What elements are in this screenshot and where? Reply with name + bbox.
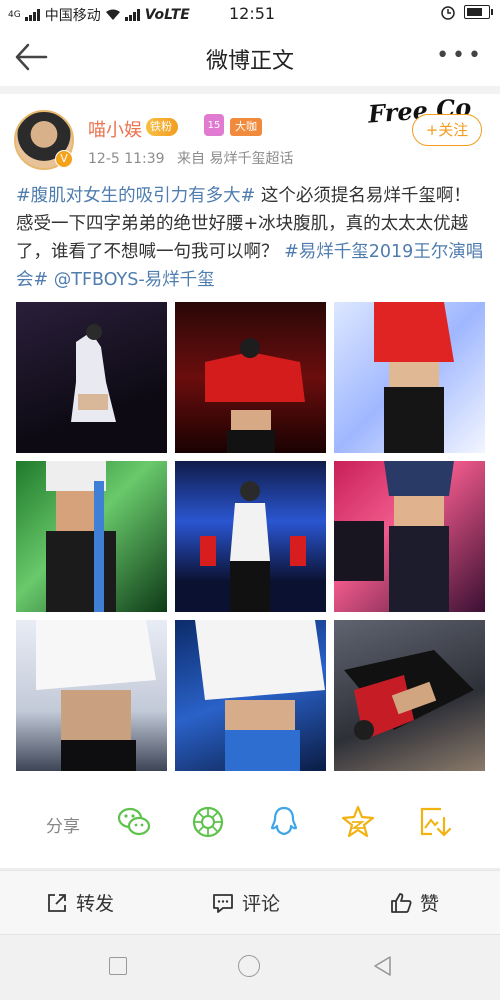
post-meta: 12-5 11:39 来自 易烊千玺超话: [88, 148, 301, 168]
topic-link[interactable]: #腹肌对女生的吸引力有多大#: [16, 186, 255, 206]
post-header: V 喵小娱 铁粉 15 大咖 12-5 11:39 来自 易烊千玺超话 Free…: [0, 92, 500, 178]
system-nav-bar: [0, 934, 500, 1000]
home-button[interactable]: [238, 955, 260, 977]
wechat-icon[interactable]: [116, 804, 152, 840]
post-image[interactable]: [175, 461, 326, 612]
volte-label: VoLTE: [144, 7, 190, 23]
repost-button[interactable]: 转发: [46, 889, 114, 916]
post-image[interactable]: [16, 620, 167, 771]
verified-icon: V: [55, 150, 73, 168]
comment-icon: [213, 893, 233, 913]
post-source[interactable]: 来自 易烊千玺超话: [177, 151, 293, 167]
fan-badge: 铁粉: [146, 118, 178, 136]
post-time: 12-5 11:39: [88, 151, 165, 167]
level-badge: 15: [204, 114, 224, 136]
image-grid: [16, 302, 486, 771]
username[interactable]: 喵小娱: [88, 116, 142, 142]
qq-icon[interactable]: [266, 804, 302, 840]
like-button[interactable]: 赞: [390, 889, 439, 916]
bigshot-badge: 大咖: [230, 118, 262, 136]
repost-icon: [48, 893, 66, 912]
carrier-label: 中国移动: [44, 8, 101, 24]
status-bar: 4G 中国移动 VoLTE 12:51: [0, 0, 500, 28]
save-image-icon[interactable]: [416, 804, 452, 840]
thumbs-up-icon: [391, 892, 412, 913]
system-back-icon[interactable]: [372, 955, 392, 977]
like-label: 赞: [420, 893, 440, 915]
divider: [0, 86, 500, 94]
wifi-icon: [105, 9, 120, 20]
post-image[interactable]: [16, 461, 167, 612]
repost-label: 转发: [76, 893, 115, 915]
post-image[interactable]: [16, 302, 167, 453]
clock: 12:51: [229, 4, 276, 23]
comment-label: 评论: [242, 893, 281, 915]
more-dots-icon[interactable]: •••: [436, 43, 484, 68]
page-title: 微博正文: [205, 49, 294, 74]
post-image[interactable]: [175, 620, 326, 771]
follow-button[interactable]: +关注: [412, 114, 482, 146]
comment-button[interactable]: 评论: [212, 889, 280, 916]
post-image[interactable]: [334, 302, 485, 453]
moments-icon[interactable]: [190, 804, 226, 840]
post-image[interactable]: [334, 461, 485, 612]
share-row: 分享: [0, 796, 500, 852]
qzone-icon[interactable]: [340, 804, 376, 840]
battery-icon: [464, 5, 493, 19]
mention-link[interactable]: @TFBOYS-易烊千玺: [54, 270, 215, 290]
alarm-icon: [441, 6, 455, 20]
top-nav-bar: 微博正文 •••: [0, 28, 500, 87]
share-label: 分享: [46, 817, 80, 837]
network-label: 4G: [8, 10, 21, 20]
post-image[interactable]: [175, 302, 326, 453]
recents-button[interactable]: [109, 957, 127, 975]
post-image[interactable]: [334, 620, 485, 771]
post-content: #腹肌对女生的吸引力有多大# 这个必须提名易烊千玺啊！感受一下四字弟弟的绝世好腰…: [16, 182, 486, 294]
signal2-icon: [124, 9, 140, 21]
signal-icon: [24, 9, 40, 21]
action-bar: 转发 评论 赞: [0, 870, 500, 935]
